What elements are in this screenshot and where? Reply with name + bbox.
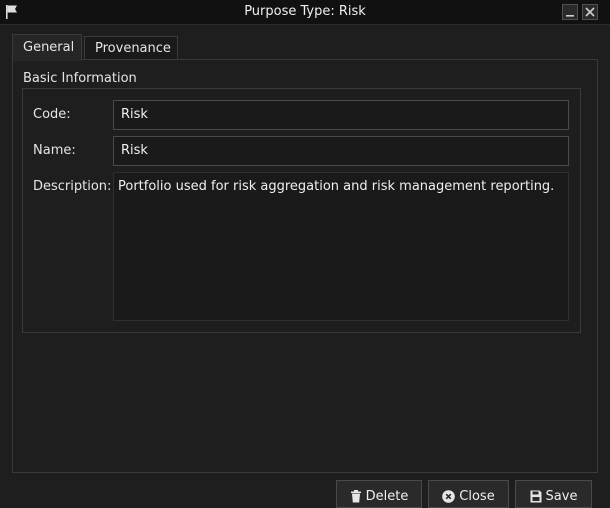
minimize-button[interactable] [562,4,578,20]
trash-icon [350,489,361,502]
description-field[interactable]: Portfolio used for risk aggregation and … [113,172,569,321]
name-field[interactable]: Risk [113,136,569,166]
title-bar: Purpose Type: Risk [0,0,610,25]
save-button[interactable]: Save [515,480,592,508]
close-icon [585,7,595,17]
minimize-icon [566,15,574,17]
code-field[interactable]: Risk [113,100,569,130]
name-label: Name: [33,143,76,158]
code-label: Code: [33,107,71,122]
delete-button[interactable]: Delete [336,480,422,508]
close-button[interactable]: Close [428,480,509,508]
delete-label: Delete [365,488,409,504]
window-title: Purpose Type: Risk [244,4,366,19]
description-label: Description: [33,179,112,194]
tab-provenance[interactable]: Provenance [84,36,178,60]
save-icon [530,490,542,502]
close-label: Close [459,488,495,504]
close-circle-icon [442,489,456,503]
group-title: Basic Information [23,71,137,86]
tab-general[interactable]: General [12,34,82,61]
close-window-button[interactable] [582,4,598,20]
save-label: Save [545,488,578,504]
